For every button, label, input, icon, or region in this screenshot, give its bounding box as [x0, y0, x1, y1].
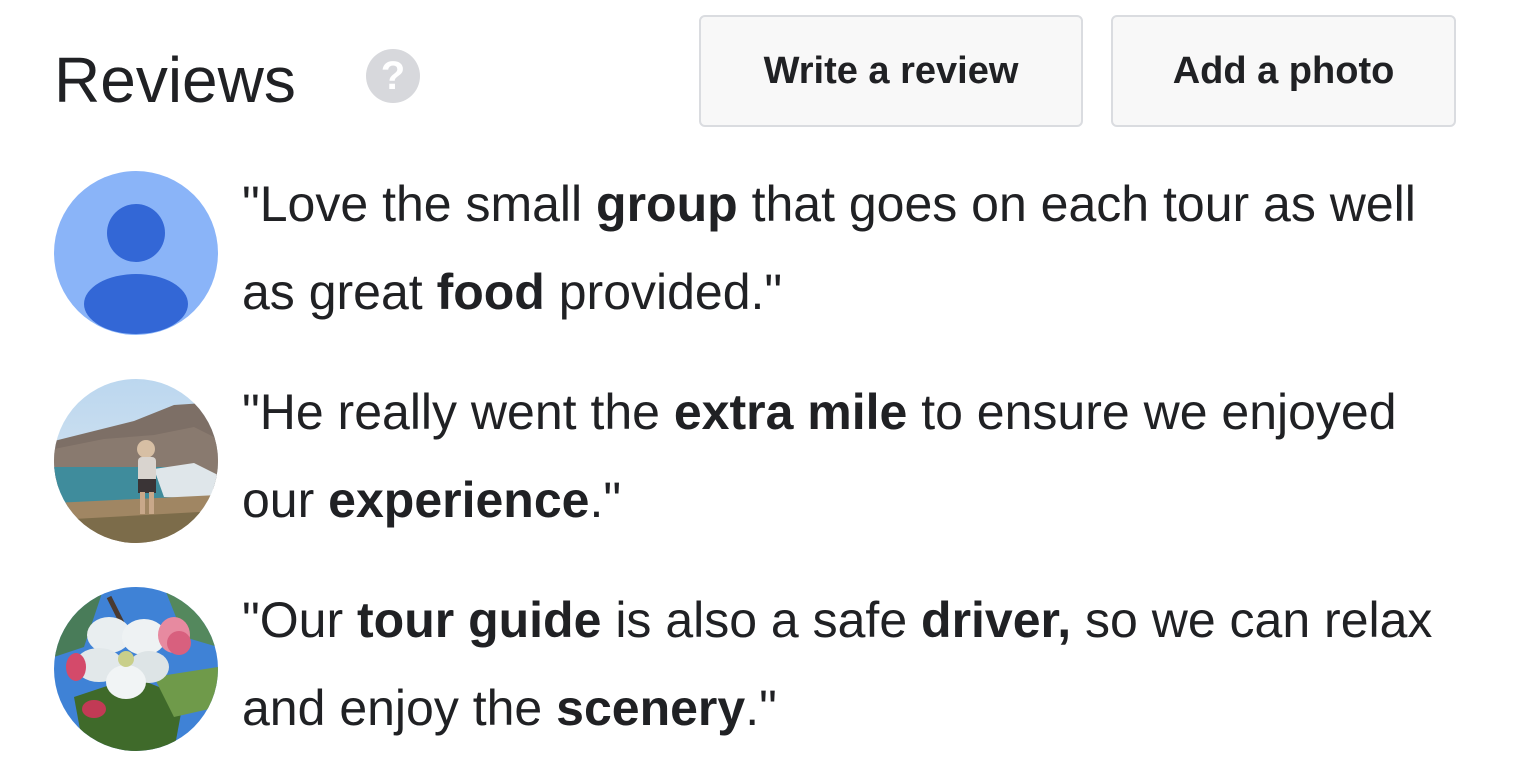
quote-keyword: tour guide — [357, 592, 602, 648]
flower-photo-icon — [54, 587, 218, 751]
review-item: "He really went the extra mile to ensure… — [0, 368, 1520, 548]
quote-text: "Love the small — [242, 176, 597, 232]
coastal-cliff-photo-avatar[interactable] — [54, 379, 218, 543]
quote-keyword: driver, — [921, 592, 1072, 648]
quote-text: is also a safe — [601, 592, 922, 648]
help-icon[interactable]: ? — [366, 49, 420, 103]
quote-text: "He really went the — [242, 384, 674, 440]
quote-keyword: extra mile — [673, 384, 908, 440]
quote-keyword: group — [596, 176, 738, 232]
add-photo-button[interactable]: Add a photo — [1111, 15, 1456, 127]
quote-text: provided." — [544, 264, 783, 320]
review-quote: "Our tour guide is also a safe driver, s… — [242, 576, 1482, 752]
quote-keyword: scenery — [556, 680, 746, 736]
quote-text: ." — [589, 472, 622, 528]
quote-text: "Our — [242, 592, 357, 648]
person-icon — [54, 171, 218, 335]
review-item: "Love the small group that goes on each … — [0, 160, 1520, 340]
review-quote: "Love the small group that goes on each … — [242, 160, 1482, 336]
review-quote: "He really went the extra mile to ensure… — [242, 368, 1482, 544]
quote-text: ." — [745, 680, 777, 736]
write-review-button[interactable]: Write a review — [699, 15, 1083, 127]
apple-blossom-photo-avatar[interactable] — [54, 587, 218, 751]
reviews-title: Reviews — [54, 44, 296, 116]
quote-keyword: food — [436, 264, 545, 320]
default-user-avatar[interactable] — [54, 171, 218, 335]
quote-keyword: experience — [328, 472, 590, 528]
reviews-header: Reviews ? Write a review Add a photo — [0, 0, 1520, 150]
review-item: "Our tour guide is also a safe driver, s… — [0, 576, 1520, 756]
coast-photo-icon — [54, 379, 218, 543]
